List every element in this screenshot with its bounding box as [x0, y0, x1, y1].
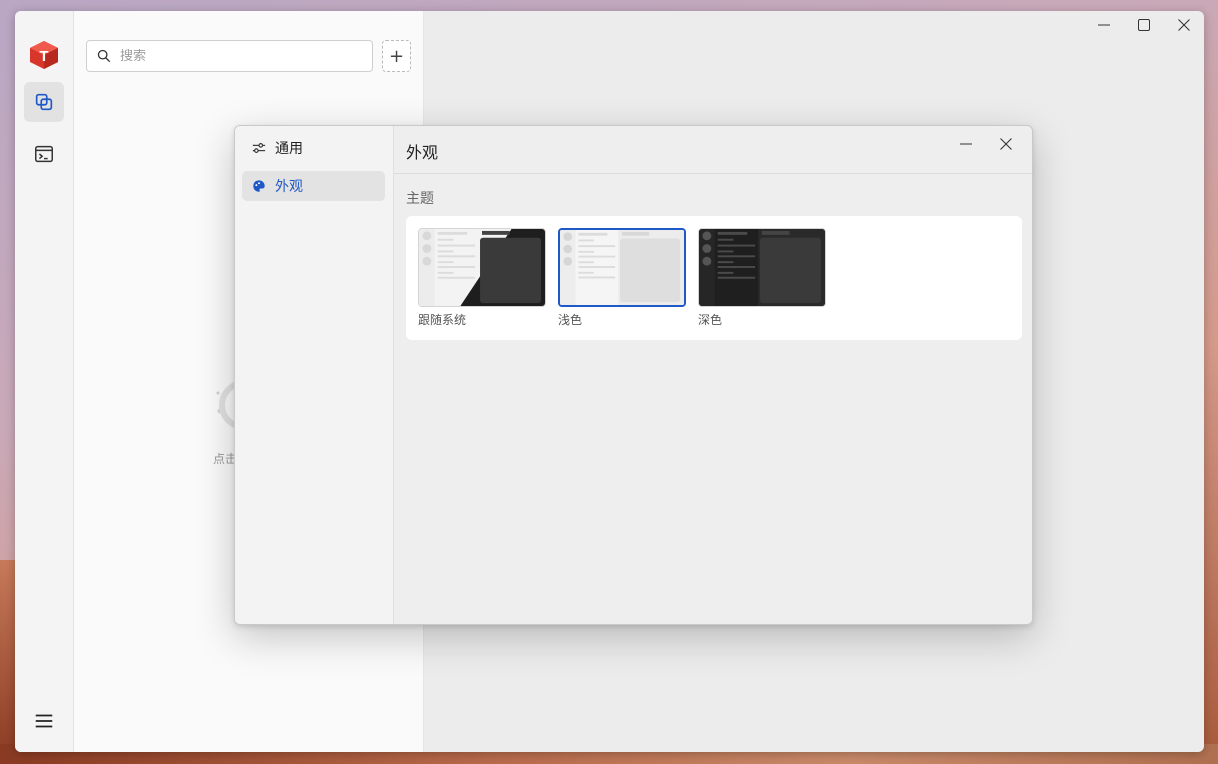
theme-section-label: 主题 — [406, 191, 434, 207]
settings-nav: 通用 外观 — [235, 126, 394, 624]
minimize-button[interactable] — [1084, 11, 1124, 39]
settings-nav-label: 通用 — [275, 141, 303, 157]
minimize-icon — [960, 143, 972, 145]
maximize-button[interactable] — [1124, 11, 1164, 39]
settings-nav-general[interactable]: 通用 — [242, 133, 385, 163]
sliders-icon — [252, 143, 266, 153]
settings-nav-label: 外观 — [275, 179, 303, 195]
app-logo-icon: T — [28, 39, 60, 71]
dialog-close-button[interactable] — [986, 130, 1026, 158]
rail-item-terminal[interactable] — [24, 134, 64, 174]
main-menu-button[interactable] — [24, 701, 64, 741]
close-icon — [1000, 138, 1012, 150]
theme-preview-system — [418, 228, 546, 307]
copy-stack-icon — [35, 93, 53, 111]
settings-page-title: 外观 — [406, 143, 439, 162]
add-connection-button[interactable]: + — [382, 40, 411, 72]
maximize-icon — [1138, 19, 1150, 31]
settings-nav-appearance[interactable]: 外观 — [242, 171, 385, 201]
theme-option-dark[interactable]: 深色 — [698, 228, 826, 328]
theme-option-label: 跟随系统 — [418, 313, 467, 327]
close-icon — [1178, 19, 1190, 31]
search-box — [86, 40, 373, 72]
divider — [394, 173, 1032, 174]
theme-preview-dark — [698, 228, 826, 307]
theme-preview-light — [558, 228, 686, 307]
search-input[interactable] — [120, 48, 340, 64]
settings-dialog: 通用 外观 外观 主题 跟随系统 浅色 深色 — [234, 125, 1033, 625]
rail-item-connections[interactable] — [24, 82, 64, 122]
theme-option-label: 浅色 — [558, 313, 583, 327]
window-controls — [1084, 11, 1204, 41]
theme-option-light[interactable]: 浅色 — [558, 228, 686, 328]
svg-text:T: T — [39, 48, 48, 65]
minimize-icon — [1098, 24, 1110, 26]
hamburger-menu-icon — [35, 714, 53, 728]
dialog-minimize-button[interactable] — [946, 130, 986, 158]
dialog-controls — [946, 130, 1026, 158]
theme-option-system[interactable]: 跟随系统 — [418, 228, 546, 328]
sidebar-rail: T — [15, 11, 74, 752]
search-icon — [97, 49, 111, 63]
terminal-icon — [35, 145, 53, 163]
theme-option-label: 深色 — [698, 313, 723, 327]
desktop-wallpaper-left — [0, 560, 16, 764]
palette-icon — [253, 180, 265, 192]
close-window-button[interactable] — [1164, 11, 1204, 39]
theme-options-card: 跟随系统 浅色 深色 — [406, 216, 1022, 340]
